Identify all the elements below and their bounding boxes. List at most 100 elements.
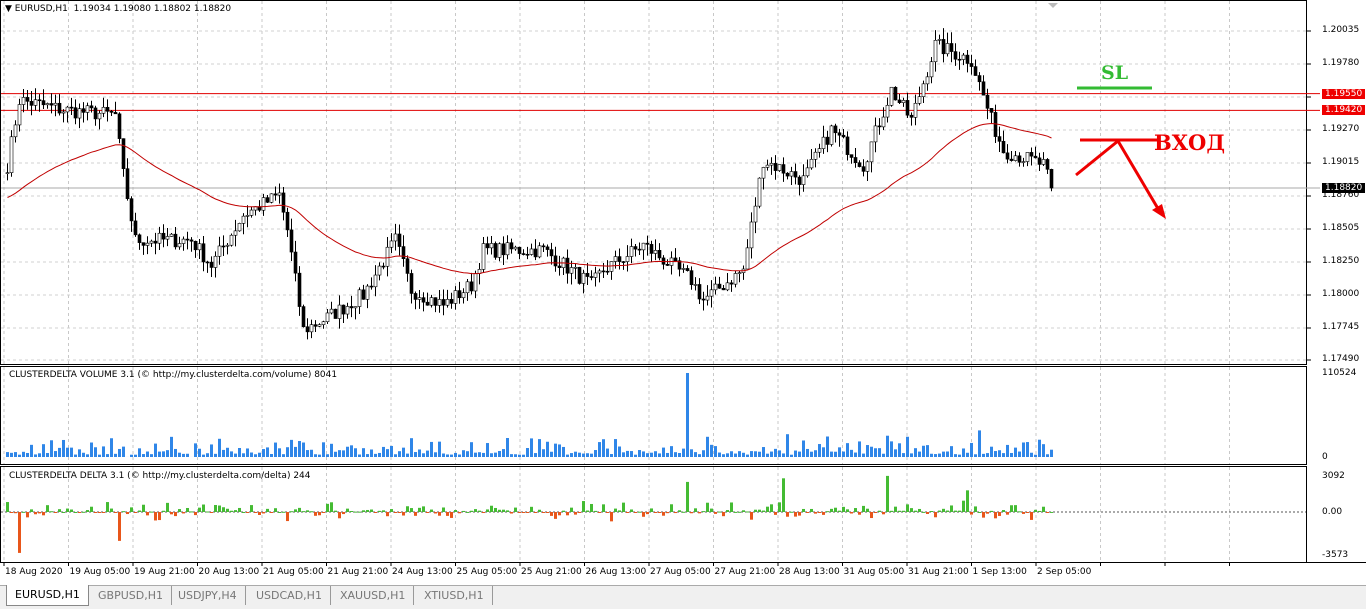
- delta-bar: [94, 512, 97, 513]
- delta-bar: [922, 512, 925, 513]
- price-axis-label: 1.18505: [1322, 223, 1359, 233]
- time-axis-label: 25 Aug 05:00: [457, 567, 518, 577]
- candle-body: [798, 177, 801, 184]
- candle-body: [42, 101, 45, 105]
- delta-bar: [710, 509, 713, 512]
- candle-body: [378, 266, 381, 275]
- tab-xauusd[interactable]: XAUUSD,H1: [332, 586, 414, 605]
- candle-body: [890, 87, 893, 105]
- candle-body: [594, 273, 597, 277]
- candle-body: [786, 173, 789, 176]
- candle-body: [498, 244, 501, 258]
- tab-usdcad[interactable]: USDCAD,H1: [248, 586, 331, 605]
- delta-bar: [802, 509, 805, 512]
- delta-bar: [946, 511, 949, 512]
- volume-bar: [162, 451, 165, 457]
- volume-bar: [70, 448, 73, 457]
- volume-bar: [762, 447, 765, 457]
- delta-bar: [674, 512, 677, 513]
- volume-bar: [610, 454, 613, 457]
- chart-canvas[interactable]: [0, 0, 1366, 585]
- tab-eurusd[interactable]: EURUSD,H1: [6, 585, 89, 606]
- delta-bar: [794, 512, 797, 517]
- volume-bar: [318, 455, 321, 457]
- tab-xtiusd[interactable]: XTIUSD,H1: [416, 586, 493, 605]
- delta-bar: [974, 506, 977, 512]
- delta-bar: [402, 512, 405, 516]
- delta-bar: [394, 512, 397, 513]
- volume-bar: [502, 449, 505, 457]
- volume-bar: [390, 446, 393, 457]
- candle-body: [186, 239, 189, 240]
- candle-body: [122, 139, 125, 169]
- delta-bar: [994, 512, 997, 518]
- volume-bar: [730, 451, 733, 457]
- candle-body: [466, 282, 469, 293]
- tab-gbpusd[interactable]: GBPUSD,H1: [90, 586, 172, 605]
- delta-bar: [154, 512, 157, 520]
- dropdown-triangle-icon[interactable]: ▼: [5, 4, 12, 14]
- candle-body: [978, 76, 981, 82]
- candle-body: [746, 248, 749, 269]
- candle-body: [86, 106, 89, 113]
- delta-bar: [682, 512, 685, 513]
- volume-bar: [110, 438, 113, 457]
- price-axis-label: 1.17490: [1322, 354, 1359, 364]
- candle-body: [250, 210, 253, 215]
- volume-bar: [514, 454, 517, 457]
- volume-bar: [206, 453, 209, 457]
- delta-bar: [778, 502, 781, 512]
- candle-body: [1038, 158, 1041, 165]
- volume-max-label: 110524: [1322, 368, 1356, 378]
- candle-body: [526, 254, 529, 255]
- volume-bar: [578, 453, 581, 457]
- volume-bar: [966, 453, 969, 457]
- candle-body: [298, 273, 301, 306]
- volume-bar: [986, 453, 989, 457]
- candle-body: [710, 290, 713, 296]
- volume-bar: [178, 453, 181, 457]
- delta-bar: [478, 511, 481, 512]
- delta-bar: [14, 512, 17, 513]
- candle-body: [1022, 162, 1025, 163]
- delta-zero-label: 0.00: [1322, 507, 1342, 517]
- tab-usdjpy[interactable]: USDJPY,H4: [170, 586, 246, 605]
- volume-bar: [706, 437, 709, 457]
- volume-bar: [62, 440, 65, 457]
- volume-bar: [446, 454, 449, 457]
- candle-body: [30, 101, 33, 105]
- delta-bar: [494, 508, 497, 512]
- delta-bar: [354, 512, 357, 513]
- candle-body: [546, 247, 549, 250]
- candle-body: [726, 283, 729, 290]
- delta-bar: [294, 509, 297, 512]
- candle-body: [626, 256, 629, 261]
- volume-bar: [662, 448, 665, 457]
- candle-body: [522, 254, 525, 255]
- delta-bar: [970, 512, 973, 515]
- volume-bar: [618, 446, 621, 457]
- volume-bar: [1014, 448, 1017, 457]
- delta-bar: [206, 512, 209, 513]
- delta-bar: [434, 512, 437, 513]
- candle-body: [62, 112, 65, 113]
- candle-body: [818, 149, 821, 153]
- delta-bar: [370, 510, 373, 512]
- delta-bar: [346, 509, 349, 512]
- volume-bar: [82, 453, 85, 457]
- candle-body: [602, 271, 605, 272]
- delta-bar: [938, 511, 941, 512]
- delta-bar: [54, 512, 57, 513]
- volume-bar: [138, 448, 141, 457]
- candle-body: [622, 262, 625, 263]
- volume-bar: [58, 448, 61, 457]
- volume-bar: [462, 450, 465, 457]
- volume-bar: [630, 451, 633, 457]
- delta-bar: [194, 512, 197, 515]
- delta-bar: [1014, 505, 1017, 512]
- delta-bar: [66, 509, 69, 512]
- delta-bar: [38, 512, 41, 513]
- candle-body: [322, 322, 325, 325]
- candle-body: [70, 107, 73, 108]
- volume-bar: [934, 454, 937, 457]
